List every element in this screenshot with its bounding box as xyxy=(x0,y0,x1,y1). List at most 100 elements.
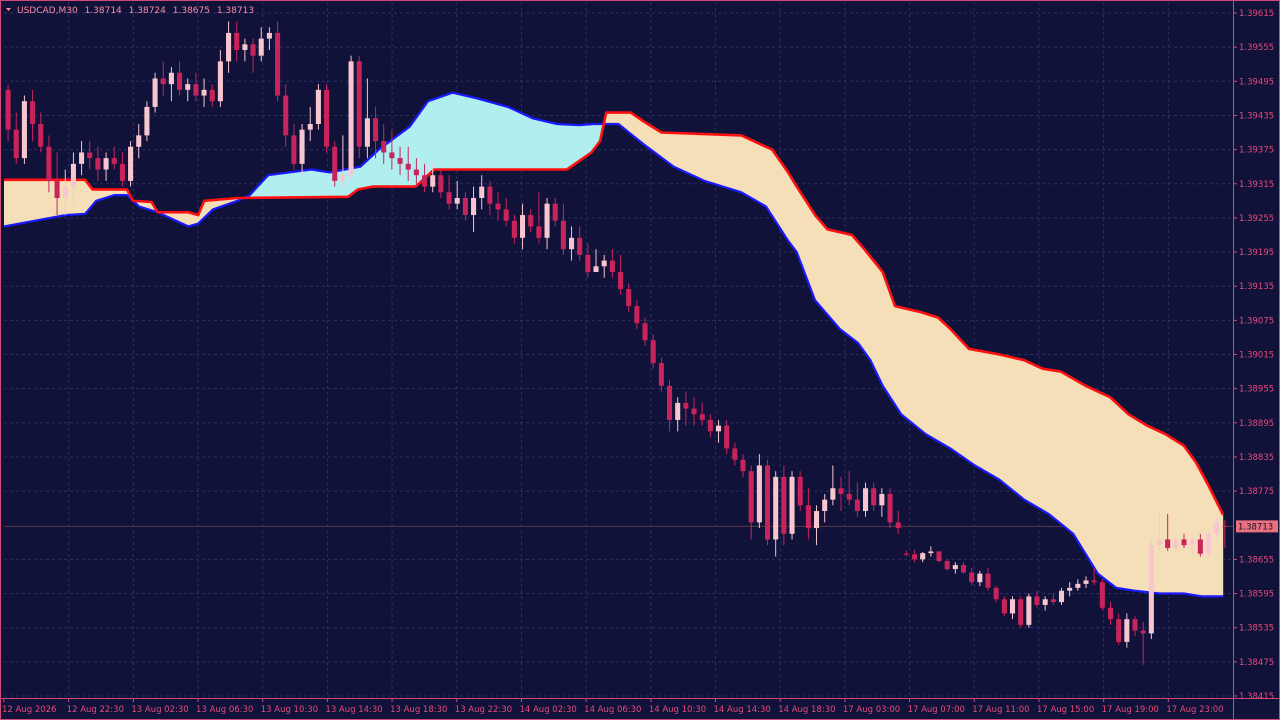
candle-body-bullish[interactable] xyxy=(1058,590,1065,603)
candle-body-bearish[interactable] xyxy=(487,186,493,204)
candle-body-bearish[interactable] xyxy=(585,254,591,272)
candle-body-bearish[interactable] xyxy=(634,306,640,324)
candle-body-bearish[interactable] xyxy=(413,169,419,176)
candle-body-bearish[interactable] xyxy=(250,44,256,56)
candle-body-bearish[interactable] xyxy=(691,408,697,415)
candle-body-bullish[interactable] xyxy=(152,78,158,107)
candle-body-bearish[interactable] xyxy=(119,163,125,181)
price-chart[interactable]: 1.39615 1.39555 1.39495 1.39435 1.39375 1.393… xyxy=(0,0,1280,720)
candle-body-bullish[interactable] xyxy=(1205,533,1212,554)
candle-body-bearish[interactable] xyxy=(1181,539,1187,546)
candle-body-bearish[interactable] xyxy=(54,180,60,198)
candle-body-bullish[interactable] xyxy=(242,44,248,50)
candle-body-bearish[interactable] xyxy=(609,260,615,272)
candle-body-bearish[interactable] xyxy=(95,158,101,170)
candle-body-bullish[interactable] xyxy=(226,32,232,62)
candle-body-bearish[interactable] xyxy=(528,215,534,227)
candle-body-bullish[interactable] xyxy=(520,215,526,238)
candle-body-bearish[interactable] xyxy=(422,175,428,187)
candle-body-bearish[interactable] xyxy=(969,572,975,583)
candle-body-bearish[interactable] xyxy=(911,554,918,560)
candle-body-bearish[interactable] xyxy=(871,488,877,506)
candle-body-bearish[interactable] xyxy=(650,340,656,364)
candle-body-bearish[interactable] xyxy=(683,402,689,409)
candle-body-bullish[interactable] xyxy=(1124,619,1130,642)
candle-body-bullish[interactable] xyxy=(201,89,207,96)
candle-body-bearish[interactable] xyxy=(1091,580,1097,583)
candle-body-bearish[interactable] xyxy=(797,476,803,506)
candle-body-bullish[interactable] xyxy=(266,32,272,39)
candle-body-bullish[interactable] xyxy=(79,152,85,164)
candle-body-bearish[interactable] xyxy=(405,163,411,170)
candle-body-bearish[interactable] xyxy=(1099,582,1105,608)
candle-body-bearish[interactable] xyxy=(552,203,558,221)
candle-body-bullish[interactable] xyxy=(920,553,926,560)
candle-body-bearish[interactable] xyxy=(511,220,517,238)
candle-body-bullish[interactable] xyxy=(1009,599,1016,614)
candle-body-bearish[interactable] xyxy=(495,203,501,210)
candle-body-bearish[interactable] xyxy=(1107,607,1114,620)
candle-body-bullish[interactable] xyxy=(601,260,607,267)
candle-body-bullish[interactable] xyxy=(716,425,722,432)
candle-body-bullish[interactable] xyxy=(128,146,134,181)
candle-body-bullish[interactable] xyxy=(822,499,828,512)
candle-body-bearish[interactable] xyxy=(503,209,509,221)
candle-body-bearish[interactable] xyxy=(960,565,967,573)
candle-body-bearish[interactable] xyxy=(748,471,754,523)
candle-body-bearish[interactable] xyxy=(397,158,403,164)
candle-body-bearish[interactable] xyxy=(193,84,199,96)
candle-body-bearish[interactable] xyxy=(903,553,909,555)
candle-body-bullish[interactable] xyxy=(348,61,354,176)
candle-body-bullish[interactable] xyxy=(544,203,550,238)
candle-body-bearish[interactable] xyxy=(724,425,730,449)
candle-body-bullish[interactable] xyxy=(315,89,321,124)
candle-body-bullish[interactable] xyxy=(1026,596,1032,625)
candle-body-bearish[interactable] xyxy=(177,72,183,90)
candle-body-bearish[interactable] xyxy=(332,146,338,181)
candle-body-bullish[interactable] xyxy=(471,197,477,216)
candle-body-bearish[interactable] xyxy=(781,476,787,534)
candle-body-bearish[interactable] xyxy=(642,323,648,341)
candle-body-bearish[interactable] xyxy=(291,135,297,164)
candle-body-bullish[interactable] xyxy=(454,197,460,204)
candle-body-bearish[interactable] xyxy=(5,89,11,130)
candle-body-bearish[interactable] xyxy=(895,522,901,529)
candle-body-bearish[interactable] xyxy=(324,89,330,147)
candle-body-bearish[interactable] xyxy=(985,573,991,588)
candle-body-bullish[interactable] xyxy=(1148,545,1154,634)
candle-body-bearish[interactable] xyxy=(707,419,713,432)
candle-body-bearish[interactable] xyxy=(536,226,542,238)
candle-body-bearish[interactable] xyxy=(1116,619,1122,642)
candle-body-bearish[interactable] xyxy=(846,493,852,500)
candle-body-bearish[interactable] xyxy=(765,465,771,540)
candle-body-bullish[interactable] xyxy=(103,158,109,170)
candle-body-bullish[interactable] xyxy=(928,551,934,554)
candle-body-bearish[interactable] xyxy=(389,152,395,159)
candle-body-bullish[interactable] xyxy=(430,175,436,187)
candle-body-bullish[interactable] xyxy=(830,488,836,500)
candle-body-bearish[interactable] xyxy=(618,271,624,290)
candle-body-bearish[interactable] xyxy=(381,141,387,153)
candle-body-bullish[interactable] xyxy=(364,118,370,147)
candle-body-bearish[interactable] xyxy=(1001,599,1007,614)
candle-body-bearish[interactable] xyxy=(854,499,860,512)
candle-body-bearish[interactable] xyxy=(667,385,673,420)
candle-body-bearish[interactable] xyxy=(1132,619,1138,631)
candle-body-bullish[interactable] xyxy=(879,493,885,506)
candle-body-bullish[interactable] xyxy=(1189,539,1195,546)
chart-container[interactable]: 1.39615 1.39555 1.39495 1.39435 1.39375 1.393… xyxy=(0,0,1280,720)
candle-body-bullish[interactable] xyxy=(307,123,313,130)
candle-body-bearish[interactable] xyxy=(1034,596,1040,605)
candle-body-bullish[interactable] xyxy=(217,61,223,102)
candle-body-bearish[interactable] xyxy=(87,152,93,159)
candle-body-bearish[interactable] xyxy=(944,561,950,570)
candle-body-bearish[interactable] xyxy=(46,146,52,181)
candle-body-bearish[interactable] xyxy=(462,197,468,216)
candle-body-bullish[interactable] xyxy=(1075,583,1081,588)
candle-body-bullish[interactable] xyxy=(1156,539,1163,546)
candle-body-bullish[interactable] xyxy=(813,511,820,529)
candle-body-bearish[interactable] xyxy=(658,363,664,386)
candle-body-bullish[interactable] xyxy=(1067,587,1073,591)
candle-body-bearish[interactable] xyxy=(275,32,281,96)
candle-body-bearish[interactable] xyxy=(560,220,566,250)
